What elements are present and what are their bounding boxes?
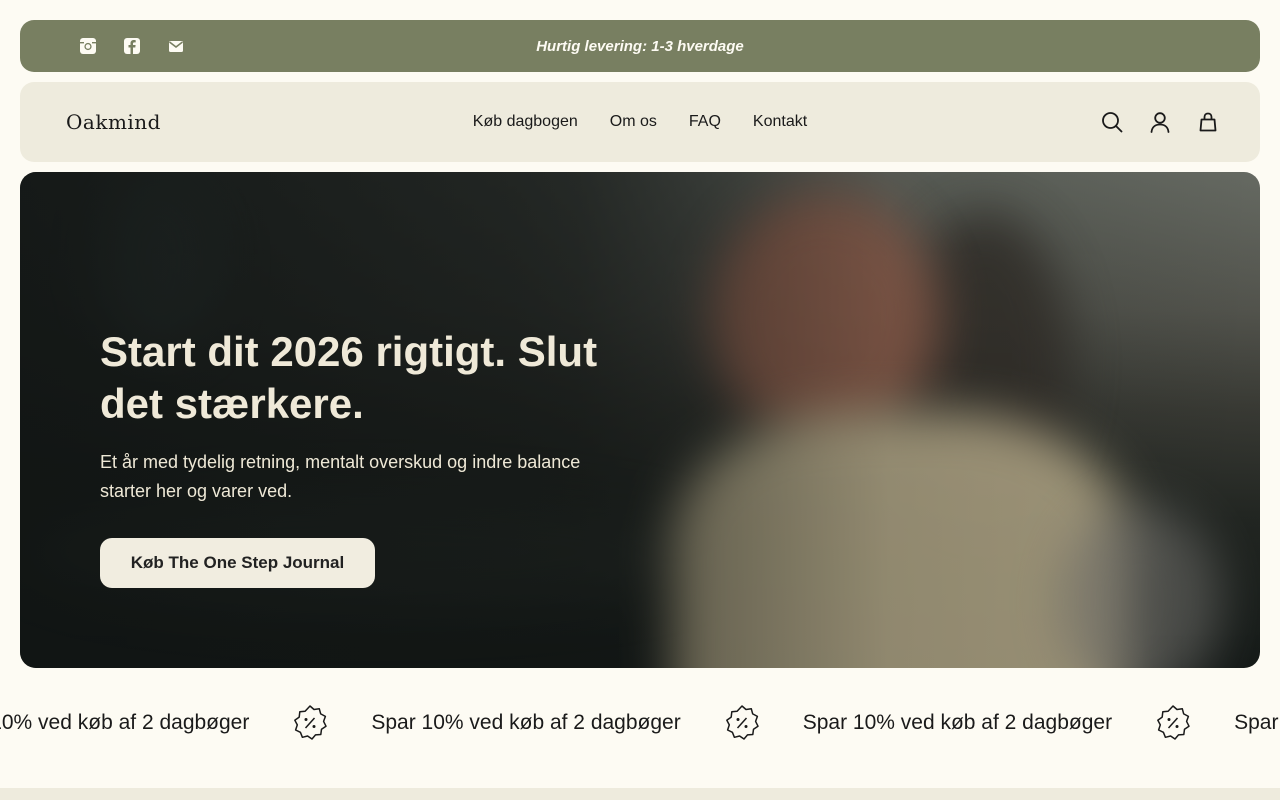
hero-subtitle: Et år med tydelig retning, mentalt overs…	[100, 452, 581, 501]
promo-marquee: Spar 10% ved køb af 2 dagbøger Spar 10% …	[0, 700, 1280, 746]
nav-item-about[interactable]: Om os	[610, 113, 657, 131]
buy-journal-button[interactable]: Køb The One Step Journal	[100, 538, 375, 588]
facebook-icon[interactable]	[122, 36, 142, 56]
hero-content: Start dit 2026 rigtigt. Slut det stærker…	[100, 326, 660, 506]
nav-item-buy-journal[interactable]: Køb dagbogen	[473, 113, 578, 131]
marquee-track: Spar 10% ved køb af 2 dagbøger Spar 10% …	[0, 700, 1280, 746]
header-actions	[1100, 82, 1220, 162]
announcement-bar: Hurtig levering: 1-3 hverdage	[20, 20, 1260, 72]
discount-badge-icon	[723, 704, 761, 742]
discount-badge-icon	[1154, 704, 1192, 742]
hero-title: Start dit 2026 rigtigt. Slut det stærker…	[100, 328, 598, 427]
social-links	[78, 20, 186, 72]
marquee-text: Spar 10% ved køb af 2 dagbøger	[371, 711, 681, 734]
cart-icon[interactable]	[1196, 110, 1220, 134]
marquee-text: Spar 10% ved køb af 2 dagbøger	[1234, 711, 1280, 734]
marquee-text: Spar 10% ved køb af 2 dagbøger	[802, 711, 1113, 734]
main-nav: Køb dagbogen Om os FAQ Kontakt	[20, 82, 1260, 162]
mail-icon[interactable]	[166, 36, 186, 56]
nav-item-faq[interactable]: FAQ	[689, 113, 721, 131]
next-section-edge	[0, 788, 1280, 800]
nav-item-contact[interactable]: Kontakt	[753, 113, 807, 131]
search-icon[interactable]	[1100, 110, 1124, 134]
marquee-item: Spar 10% ved køb af 2 dagbøger	[1234, 711, 1280, 735]
site-header: Oakmind Køb dagbogen Om os FAQ Kontakt	[20, 82, 1260, 162]
hero-banner: Start dit 2026 rigtigt. Slut det stærker…	[20, 172, 1260, 668]
announcement-message: Hurtig levering: 1-3 hverdage	[536, 37, 744, 55]
account-icon[interactable]	[1148, 110, 1172, 134]
marquee-item: Spar 10% ved køb af 2 dagbøger	[803, 704, 1234, 742]
marquee-item: Spar 10% ved køb af 2 dagbøger	[0, 704, 371, 742]
discount-badge-icon	[291, 704, 329, 742]
marquee-item: Spar 10% ved køb af 2 dagbøger	[371, 704, 802, 742]
instagram-icon[interactable]	[78, 36, 98, 56]
marquee-text: Spar 10% ved køb af 2 dagbøger	[0, 711, 250, 734]
